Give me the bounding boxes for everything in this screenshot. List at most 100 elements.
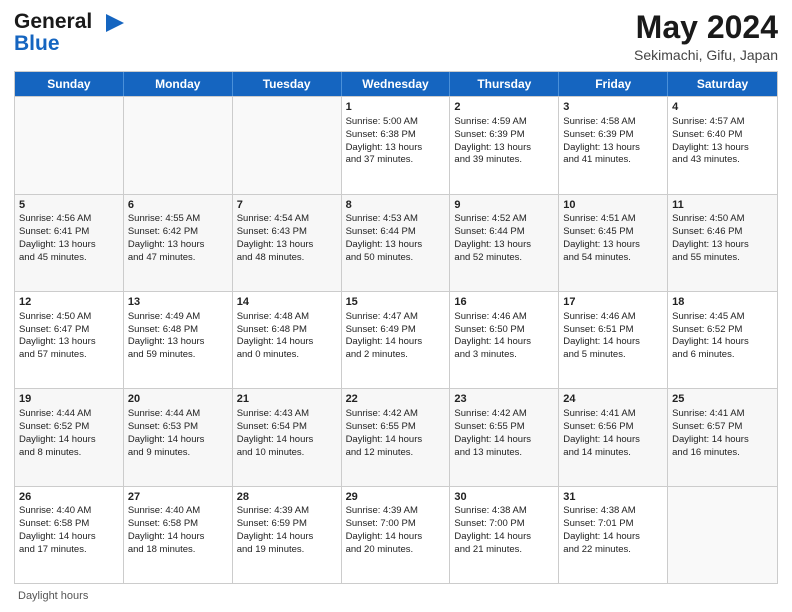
- day-info: Daylight: 14 hours: [454, 531, 554, 544]
- calendar-body: 1Sunrise: 5:00 AMSunset: 6:38 PMDaylight…: [15, 96, 777, 583]
- calendar-subtitle: Sekimachi, Gifu, Japan: [634, 47, 778, 63]
- cal-cell: 9Sunrise: 4:52 AMSunset: 6:44 PMDaylight…: [450, 195, 559, 291]
- day-info: and 59 minutes.: [128, 349, 228, 362]
- day-number: 27: [128, 490, 228, 505]
- day-number: 25: [672, 392, 773, 407]
- day-info: Daylight: 13 hours: [672, 239, 773, 252]
- day-info: Sunrise: 4:38 AM: [563, 505, 663, 518]
- day-number: 1: [346, 100, 446, 115]
- day-info: and 12 minutes.: [346, 447, 446, 460]
- day-info: Sunset: 6:40 PM: [672, 129, 773, 142]
- cal-week-5: 26Sunrise: 4:40 AMSunset: 6:58 PMDayligh…: [15, 486, 777, 583]
- day-info: and 6 minutes.: [672, 349, 773, 362]
- day-number: 24: [563, 392, 663, 407]
- day-info: and 45 minutes.: [19, 252, 119, 265]
- day-number: 31: [563, 490, 663, 505]
- day-info: and 54 minutes.: [563, 252, 663, 265]
- cal-cell: 2Sunrise: 4:59 AMSunset: 6:39 PMDaylight…: [450, 97, 559, 193]
- day-number: 29: [346, 490, 446, 505]
- header: General Blue May 2024 Sekimachi, Gifu, J…: [14, 10, 778, 63]
- cal-cell: 21Sunrise: 4:43 AMSunset: 6:54 PMDayligh…: [233, 389, 342, 485]
- day-info: Daylight: 14 hours: [237, 336, 337, 349]
- day-info: and 8 minutes.: [19, 447, 119, 460]
- day-info: Sunrise: 4:54 AM: [237, 213, 337, 226]
- day-info: Sunset: 6:52 PM: [19, 421, 119, 434]
- calendar: SundayMondayTuesdayWednesdayThursdayFrid…: [14, 71, 778, 584]
- cal-cell: 28Sunrise: 4:39 AMSunset: 6:59 PMDayligh…: [233, 487, 342, 583]
- day-number: 30: [454, 490, 554, 505]
- day-info: Daylight: 14 hours: [19, 434, 119, 447]
- day-number: 14: [237, 295, 337, 310]
- cal-cell: 14Sunrise: 4:48 AMSunset: 6:48 PMDayligh…: [233, 292, 342, 388]
- day-info: Daylight: 14 hours: [128, 531, 228, 544]
- day-number: 3: [563, 100, 663, 115]
- day-info: and 20 minutes.: [346, 544, 446, 557]
- cal-cell: 6Sunrise: 4:55 AMSunset: 6:42 PMDaylight…: [124, 195, 233, 291]
- cal-cell: 23Sunrise: 4:42 AMSunset: 6:55 PMDayligh…: [450, 389, 559, 485]
- cal-cell: 7Sunrise: 4:54 AMSunset: 6:43 PMDaylight…: [233, 195, 342, 291]
- day-number: 4: [672, 100, 773, 115]
- cal-week-3: 12Sunrise: 4:50 AMSunset: 6:47 PMDayligh…: [15, 291, 777, 388]
- cal-cell: 25Sunrise: 4:41 AMSunset: 6:57 PMDayligh…: [668, 389, 777, 485]
- day-info: Sunset: 6:55 PM: [346, 421, 446, 434]
- day-number: 15: [346, 295, 446, 310]
- day-info: and 0 minutes.: [237, 349, 337, 362]
- cal-header-tuesday: Tuesday: [233, 72, 342, 96]
- cal-cell: 22Sunrise: 4:42 AMSunset: 6:55 PMDayligh…: [342, 389, 451, 485]
- cal-header-friday: Friday: [559, 72, 668, 96]
- day-info: Sunrise: 4:55 AM: [128, 213, 228, 226]
- day-number: 11: [672, 198, 773, 213]
- cal-header-thursday: Thursday: [450, 72, 559, 96]
- cal-header-wednesday: Wednesday: [342, 72, 451, 96]
- day-info: Sunrise: 4:46 AM: [454, 311, 554, 324]
- cal-cell: 18Sunrise: 4:45 AMSunset: 6:52 PMDayligh…: [668, 292, 777, 388]
- logo: General Blue: [14, 10, 124, 54]
- day-info: Daylight: 13 hours: [128, 239, 228, 252]
- day-info: Sunrise: 4:39 AM: [237, 505, 337, 518]
- day-info: Daylight: 14 hours: [237, 434, 337, 447]
- day-info: Sunrise: 4:57 AM: [672, 116, 773, 129]
- cal-cell: 19Sunrise: 4:44 AMSunset: 6:52 PMDayligh…: [15, 389, 124, 485]
- cal-cell: 13Sunrise: 4:49 AMSunset: 6:48 PMDayligh…: [124, 292, 233, 388]
- day-info: Sunset: 6:49 PM: [346, 324, 446, 337]
- day-info: Sunrise: 4:48 AM: [237, 311, 337, 324]
- day-info: and 3 minutes.: [454, 349, 554, 362]
- day-info: Sunrise: 4:47 AM: [346, 311, 446, 324]
- day-info: Sunset: 6:45 PM: [563, 226, 663, 239]
- cal-cell: 8Sunrise: 4:53 AMSunset: 6:44 PMDaylight…: [342, 195, 451, 291]
- day-info: Sunrise: 4:56 AM: [19, 213, 119, 226]
- day-info: Sunset: 6:38 PM: [346, 129, 446, 142]
- calendar-header-row: SundayMondayTuesdayWednesdayThursdayFrid…: [15, 72, 777, 96]
- day-info: and 21 minutes.: [454, 544, 554, 557]
- cal-cell: 12Sunrise: 4:50 AMSunset: 6:47 PMDayligh…: [15, 292, 124, 388]
- day-info: Daylight: 13 hours: [19, 336, 119, 349]
- day-info: and 18 minutes.: [128, 544, 228, 557]
- day-info: and 10 minutes.: [237, 447, 337, 460]
- day-info: and 55 minutes.: [672, 252, 773, 265]
- day-number: 18: [672, 295, 773, 310]
- day-info: Sunrise: 4:41 AM: [672, 408, 773, 421]
- day-info: Sunset: 6:48 PM: [237, 324, 337, 337]
- day-info: Sunset: 6:51 PM: [563, 324, 663, 337]
- day-number: 26: [19, 490, 119, 505]
- day-info: Sunset: 6:54 PM: [237, 421, 337, 434]
- cal-cell: 11Sunrise: 4:50 AMSunset: 6:46 PMDayligh…: [668, 195, 777, 291]
- cal-cell: 4Sunrise: 4:57 AMSunset: 6:40 PMDaylight…: [668, 97, 777, 193]
- day-info: Daylight: 13 hours: [454, 239, 554, 252]
- day-info: Daylight: 14 hours: [128, 434, 228, 447]
- day-info: and 16 minutes.: [672, 447, 773, 460]
- day-info: and 39 minutes.: [454, 154, 554, 167]
- day-info: Daylight: 13 hours: [672, 142, 773, 155]
- day-info: and 47 minutes.: [128, 252, 228, 265]
- day-info: Sunset: 6:46 PM: [672, 226, 773, 239]
- day-info: Daylight: 14 hours: [563, 531, 663, 544]
- day-info: Sunset: 7:00 PM: [346, 518, 446, 531]
- day-info: Sunset: 6:57 PM: [672, 421, 773, 434]
- day-info: Daylight: 13 hours: [563, 142, 663, 155]
- cal-header-sunday: Sunday: [15, 72, 124, 96]
- day-info: Sunrise: 4:40 AM: [19, 505, 119, 518]
- day-number: 23: [454, 392, 554, 407]
- day-info: Sunrise: 4:43 AM: [237, 408, 337, 421]
- day-number: 16: [454, 295, 554, 310]
- day-number: 5: [19, 198, 119, 213]
